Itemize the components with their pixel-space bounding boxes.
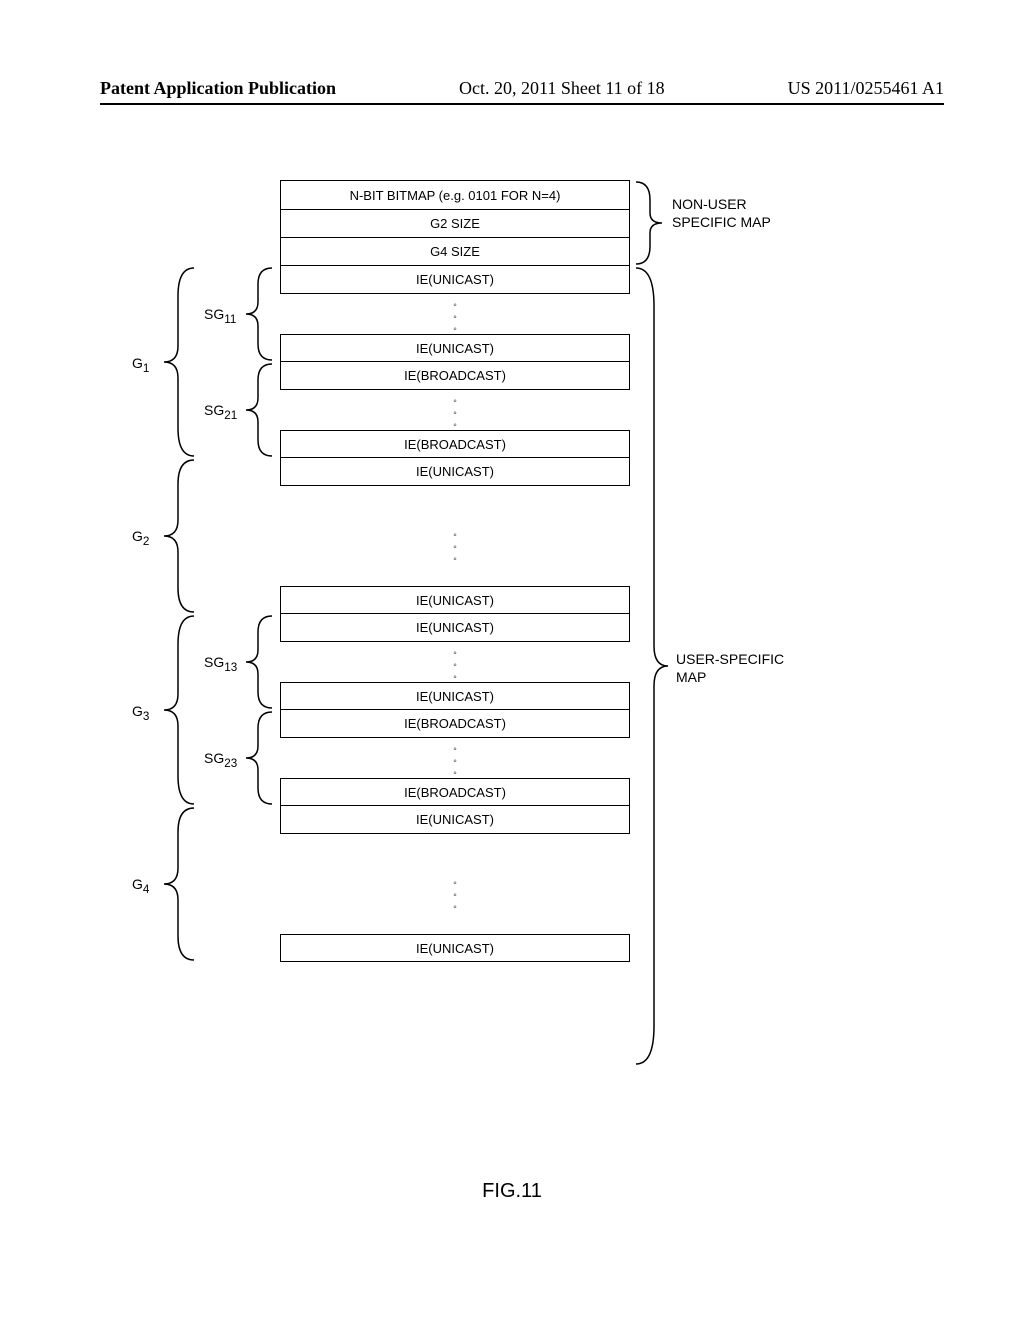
dots: ◦◦◦ [280, 642, 630, 682]
g4-unicast-top: IE(UNICAST) [280, 806, 630, 834]
brace-g3-icon [150, 614, 200, 806]
g3-sg23-broadcast-top: IE(BROADCAST) [280, 710, 630, 738]
label-g1: G1 [132, 355, 149, 375]
brace-sg13-icon [236, 614, 276, 710]
brace-sg21-icon [236, 362, 276, 458]
label-sg13: SG13 [204, 654, 237, 674]
g1-sg11-unicast-bot: IE(UNICAST) [280, 334, 630, 362]
non-user-text: NON-USER SPECIFIC MAP [672, 196, 771, 230]
page-header: Patent Application Publication Oct. 20, … [100, 78, 944, 105]
dots: ◦◦◦ [280, 294, 630, 334]
g3-sg23-broadcast-bot: IE(BROADCAST) [280, 778, 630, 806]
label-g2: G2 [132, 528, 149, 548]
label-sg11: SG11 [204, 306, 236, 326]
g3-sg13-unicast-bot: IE(UNICAST) [280, 682, 630, 710]
cell-g2size: G2 SIZE [280, 210, 630, 238]
header-left: Patent Application Publication [100, 78, 336, 99]
brace-g2-icon [150, 458, 200, 614]
brace-sg23-icon [236, 710, 276, 806]
label-user-specific: USER-SPECIFICMAP [676, 650, 784, 686]
g1-sg21-broadcast-bot: IE(BROADCAST) [280, 430, 630, 458]
brace-g4-icon [150, 806, 200, 962]
g2-unicast-top: IE(UNICAST) [280, 458, 630, 486]
header-mid: Oct. 20, 2011 Sheet 11 of 18 [459, 78, 665, 99]
figure-caption: FIG.11 [0, 1180, 1024, 1203]
user-text: USER-SPECIFICMAP [676, 651, 784, 685]
header-right: US 2011/0255461 A1 [788, 78, 944, 99]
g1-sg11-unicast-top: IE(UNICAST) [280, 266, 630, 294]
dots: ◦◦◦ [280, 390, 630, 430]
dots: ◦◦◦ [280, 738, 630, 778]
figure-diagram: N-BIT BITMAP (e.g. 0101 FOR N=4) G2 SIZE… [280, 180, 630, 962]
label-sg21: SG21 [204, 402, 237, 422]
label-g3: G3 [132, 703, 149, 723]
g4-unicast-bot: IE(UNICAST) [280, 934, 630, 962]
brace-sg11-icon [236, 266, 276, 362]
cell-g4size: G4 SIZE [280, 238, 630, 266]
g1-sg21-broadcast-top: IE(BROADCAST) [280, 362, 630, 390]
cell-bitmap: N-BIT BITMAP (e.g. 0101 FOR N=4) [280, 180, 630, 210]
g3-sg13-unicast-top: IE(UNICAST) [280, 614, 630, 642]
g2-unicast-bot: IE(UNICAST) [280, 586, 630, 614]
brace-g1-icon [150, 266, 200, 458]
label-g4: G4 [132, 876, 149, 896]
label-sg23: SG23 [204, 750, 237, 770]
label-non-user-specific: NON-USER SPECIFIC MAP [672, 195, 771, 231]
dots: ◦◦◦ [280, 486, 630, 586]
dots: ◦◦◦ [280, 834, 630, 934]
